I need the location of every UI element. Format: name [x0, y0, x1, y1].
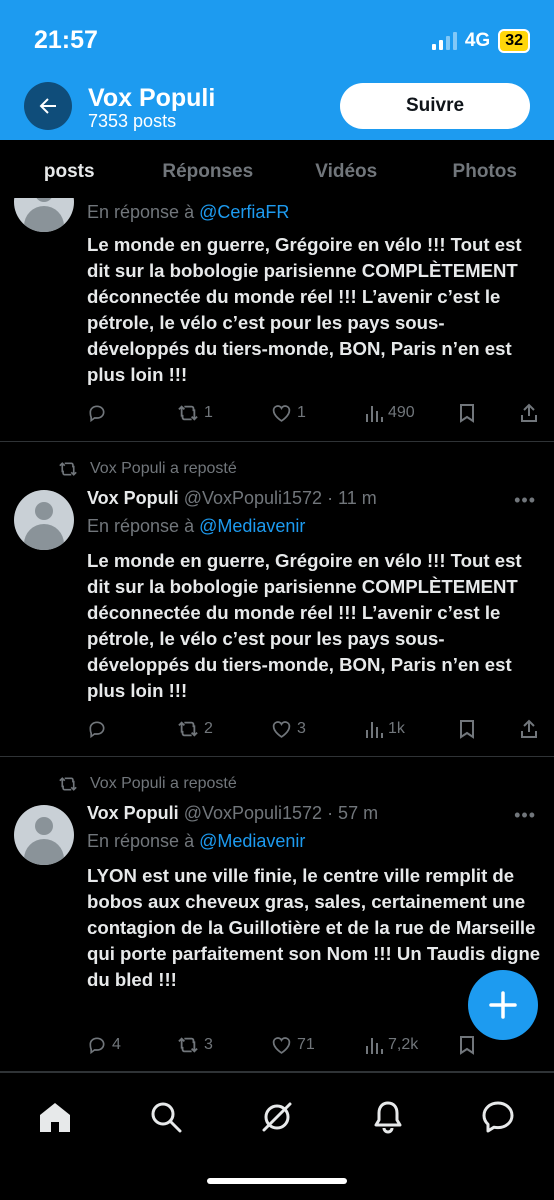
reply-to: En réponse à @CerfiaFR	[87, 202, 290, 222]
tweet[interactable]: Vox Populi a reposté Vox Populi @VoxPopu…	[0, 443, 554, 757]
avatar[interactable]	[14, 805, 74, 865]
tweet-meta: Vox Populi @VoxPopuli1572 · 11 m	[87, 488, 377, 509]
profile-header: 21:57 4G 32 Vox Populi 7353 posts Suivre	[0, 0, 554, 140]
mention-link[interactable]: @CerfiaFR	[199, 202, 289, 222]
tweet-actions: 1 1 490	[87, 403, 542, 427]
tweet[interactable]: En réponse à @CerfiaFR Le monde en guerr…	[0, 198, 554, 442]
repost-icon	[178, 1037, 198, 1053]
share-button[interactable]	[520, 403, 538, 423]
repost-button[interactable]: 3	[177, 1035, 213, 1055]
arrow-left-icon	[39, 98, 56, 114]
battery-icon: 32	[498, 29, 530, 53]
tweet-actions: 4 3 71 7,2k	[87, 1035, 542, 1059]
author-name[interactable]: Vox Populi	[87, 803, 179, 823]
views-icon	[366, 406, 383, 422]
more-options-icon[interactable]: •••	[514, 490, 536, 511]
share-icon	[521, 403, 537, 422]
nav-notifications[interactable]	[368, 1097, 408, 1137]
avatar[interactable]	[14, 490, 74, 550]
tab-posts[interactable]: posts	[0, 140, 139, 198]
tweet-text: LYON est une ville finie, le centre vill…	[87, 865, 541, 990]
repost-indicator: Vox Populi a reposté	[58, 460, 237, 478]
reply-button[interactable]: 4	[87, 1035, 121, 1055]
bookmark-button[interactable]	[459, 1035, 475, 1055]
mention-link[interactable]: @Mediavenir	[199, 831, 305, 851]
back-button[interactable]	[24, 82, 72, 130]
author-name[interactable]: Vox Populi	[87, 488, 179, 508]
reply-button[interactable]	[87, 403, 112, 423]
heart-icon	[272, 1037, 291, 1054]
author-handle: @VoxPopuli1572 · 11 m	[183, 488, 377, 508]
reply-to: En réponse à @Mediavenir	[87, 831, 306, 851]
tab-replies[interactable]: Réponses	[139, 140, 278, 198]
search-icon	[151, 1102, 182, 1133]
follow-button[interactable]: Suivre	[340, 83, 530, 129]
share-icon	[521, 719, 537, 738]
tweet-actions: 2 3 1k	[87, 719, 542, 743]
status-time: 21:57	[34, 26, 98, 54]
status-indicators: 4G 32	[431, 29, 530, 53]
like-button[interactable]: 71	[271, 1035, 315, 1055]
grok-icon	[262, 1102, 292, 1132]
home-icon	[40, 1103, 70, 1132]
heart-icon	[272, 405, 291, 422]
profile-tabs: posts Réponses Vidéos Photos	[0, 140, 554, 198]
tab-videos[interactable]: Vidéos	[277, 140, 416, 198]
bookmark-icon	[460, 1036, 474, 1055]
avatar[interactable]	[14, 198, 74, 232]
repost-icon	[178, 405, 198, 421]
reply-icon	[89, 1037, 105, 1055]
author-handle: @VoxPopuli1572 · 57 m	[183, 803, 379, 823]
mention-link[interactable]: @Mediavenir	[199, 516, 305, 536]
like-button[interactable]: 1	[271, 403, 306, 423]
views-icon	[366, 722, 383, 738]
views-button[interactable]: 7,2k	[365, 1035, 418, 1055]
messages-icon	[482, 1101, 514, 1133]
heart-icon	[272, 721, 291, 738]
bell-icon	[374, 1101, 402, 1134]
nav-search[interactable]	[146, 1097, 186, 1137]
network-type: 4G	[464, 30, 491, 51]
reply-icon	[89, 721, 105, 739]
profile-name: Vox Populi	[88, 84, 216, 112]
reply-to: En réponse à @Mediavenir	[87, 516, 306, 536]
repost-indicator: Vox Populi a reposté	[58, 775, 237, 793]
posts-count: 7353 posts	[88, 111, 177, 131]
home-indicator	[207, 1178, 347, 1184]
like-button[interactable]: 3	[271, 719, 306, 739]
reply-icon	[89, 405, 105, 423]
tweet-text: Le monde en guerre, Grégoire en vélo !!!…	[87, 234, 522, 385]
plus-icon	[489, 991, 517, 1019]
nav-grok[interactable]	[257, 1097, 297, 1137]
compose-button[interactable]	[468, 970, 538, 1040]
views-icon	[366, 1038, 383, 1054]
repost-icon	[59, 777, 77, 791]
signal-icon	[431, 32, 457, 50]
bookmark-button[interactable]	[459, 719, 475, 739]
views-button[interactable]: 1k	[365, 719, 405, 739]
repost-button[interactable]: 1	[177, 403, 213, 423]
repost-button[interactable]: 2	[177, 719, 213, 739]
reply-button[interactable]	[87, 719, 112, 739]
bookmark-icon	[460, 404, 474, 423]
bookmark-icon	[460, 720, 474, 739]
bookmark-button[interactable]	[459, 403, 475, 423]
tweet-text: Le monde en guerre, Grégoire en vélo !!!…	[87, 550, 522, 701]
share-button[interactable]	[520, 719, 538, 739]
repost-icon	[178, 721, 198, 737]
tab-photos[interactable]: Photos	[416, 140, 554, 198]
repost-icon	[59, 462, 77, 476]
tweet[interactable]: Vox Populi a reposté Vox Populi @VoxPopu…	[0, 758, 554, 1072]
nav-messages[interactable]	[478, 1097, 518, 1137]
tweet-meta: Vox Populi @VoxPopuli1572 · 57 m	[87, 803, 378, 824]
nav-home[interactable]	[35, 1097, 75, 1137]
views-button[interactable]: 490	[365, 403, 415, 423]
more-options-icon[interactable]: •••	[514, 805, 536, 826]
